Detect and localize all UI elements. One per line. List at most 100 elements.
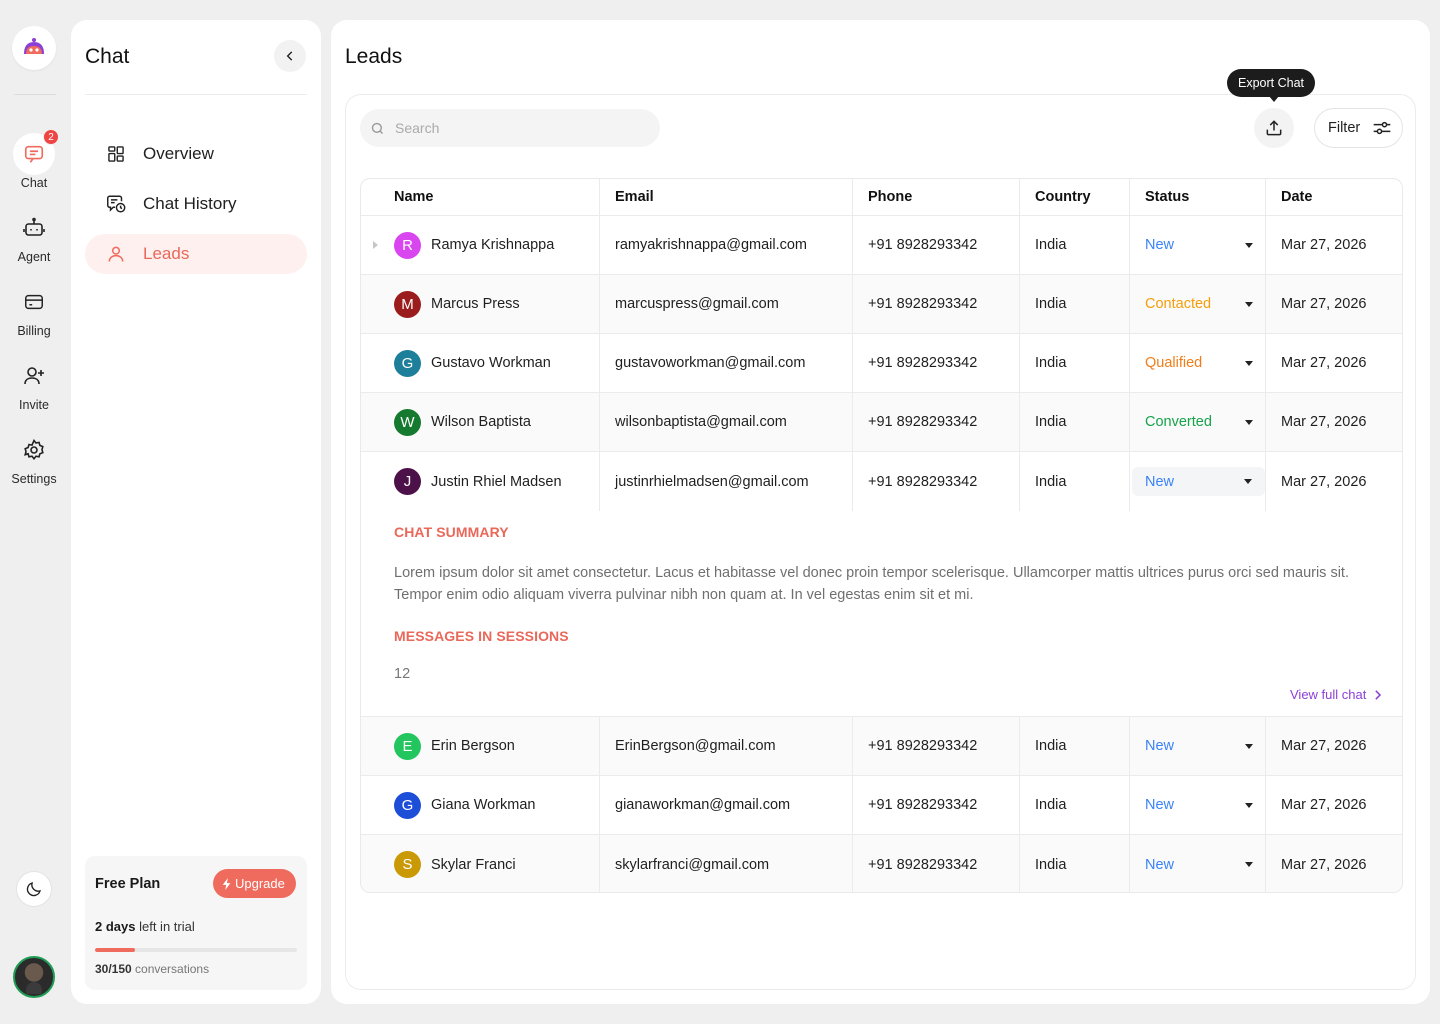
lead-avatar: G [394, 349, 421, 377]
chat-history-icon [107, 195, 126, 213]
upgrade-label: Upgrade [235, 876, 285, 891]
cell-country: India [1020, 275, 1130, 334]
column-header-email[interactable]: Email [600, 179, 853, 216]
nav-item-leads[interactable]: Leads [85, 234, 307, 274]
cell-country: India [1020, 776, 1130, 835]
rail-item-settings[interactable]: Settings [0, 429, 68, 486]
lead-detail-panel: CHAT SUMMARY Lorem ipsum dolor sit amet … [361, 511, 1402, 717]
cell-date: Mar 27, 2026 [1266, 393, 1402, 452]
cell-name: J Justin Rhiel Madsen [361, 452, 600, 511]
caret-down-icon [1245, 802, 1253, 808]
trial-suffix: left in trial [135, 919, 195, 934]
filter-label: Filter [1328, 120, 1361, 136]
app-logo[interactable] [12, 26, 56, 70]
leads-table: Name Email Phone Country Status Date CHA… [360, 178, 1403, 893]
cell-country: India [1020, 334, 1130, 393]
table-row[interactable]: G Gustavo Workman gustavoworkman@gmail.com… [361, 334, 1402, 393]
lead-name: Skylar Franci [431, 856, 516, 873]
main-content: Leads Export Chat Filter Name Email Phon… [331, 20, 1430, 1004]
conversations-used: 30/150 [95, 962, 132, 976]
cell-name: G Gustavo Workman [361, 334, 600, 393]
table-row[interactable]: E Erin Bergson ErinBergson@gmail.com +91 89… [361, 717, 1402, 776]
column-header-status[interactable]: Status [1130, 179, 1266, 216]
notification-badge: 2 [43, 129, 59, 145]
cell-email: justinrhielmadsen@gmail.com [600, 452, 853, 511]
page-title: Leads [345, 45, 403, 68]
rail-item-billing[interactable]: Billing [0, 281, 68, 338]
cell-phone: +91 8928293342 [853, 776, 1020, 835]
status-value: Converted [1145, 414, 1212, 430]
export-chat-button[interactable] [1254, 108, 1294, 148]
lead-name: Wilson Baptista [431, 414, 531, 430]
status-dropdown[interactable]: New [1145, 738, 1253, 754]
search-input[interactable] [395, 120, 645, 136]
table-row[interactable]: S Skylar Franci skylarfranci@gmail.com +91 … [361, 835, 1402, 892]
lead-avatar: M [394, 290, 421, 318]
cell-email: skylarfranci@gmail.com [600, 835, 853, 892]
cell-status: New [1130, 452, 1266, 511]
cell-phone: +91 8928293342 [853, 275, 1020, 334]
cell-phone: +91 8928293342 [853, 835, 1020, 892]
cell-email: ErinBergson@gmail.com [600, 717, 853, 776]
table-row[interactable]: R Ramya Krishnappa ramyakrishnappa@gmail.c… [361, 216, 1402, 275]
upgrade-button[interactable]: Upgrade [213, 869, 296, 898]
lead-avatar: R [394, 231, 421, 259]
collapse-panel-button[interactable] [274, 40, 306, 72]
row-expander-icon[interactable] [373, 241, 378, 249]
rail-item-agent[interactable]: Agent [0, 207, 68, 264]
cell-name: G Giana Workman [361, 776, 600, 835]
nav-item-label: Chat History [143, 194, 237, 213]
filter-button[interactable]: Filter [1314, 108, 1403, 148]
trial-text: 2 days left in trial [95, 919, 195, 934]
cell-email: gustavoworkman@gmail.com [600, 334, 853, 393]
rail-item-invite[interactable]: Invite [0, 355, 68, 412]
table-row[interactable]: G Giana Workman gianaworkman@gmail.com +91 … [361, 776, 1402, 835]
theme-toggle-button[interactable] [16, 871, 52, 907]
rail-item-label: Invite [19, 398, 49, 412]
plan-card: Free Plan Upgrade 2 days left in trial 3… [85, 856, 307, 990]
caret-down-icon [1245, 301, 1253, 307]
nav-item-overview[interactable]: Overview [85, 134, 307, 174]
cell-email: gianaworkman@gmail.com [600, 776, 853, 835]
column-header-date[interactable]: Date [1266, 179, 1402, 216]
chat-summary-heading: CHAT SUMMARY [394, 524, 509, 540]
grid-icon [108, 146, 124, 162]
caret-down-icon [1245, 242, 1253, 248]
status-dropdown[interactable]: New [1132, 467, 1265, 496]
rail-item-label: Chat [20, 176, 48, 190]
column-header-country[interactable]: Country [1020, 179, 1130, 216]
status-dropdown[interactable]: New [1145, 857, 1253, 873]
cell-date: Mar 27, 2026 [1266, 275, 1402, 334]
view-full-chat-link[interactable]: View full chat [1290, 687, 1382, 702]
status-dropdown[interactable]: Qualified [1145, 355, 1253, 371]
column-header-phone[interactable]: Phone [853, 179, 1020, 216]
status-dropdown[interactable]: New [1145, 237, 1253, 253]
table-row[interactable]: M Marcus Press marcuspress@gmail.com +91 89… [361, 275, 1402, 334]
cell-status: New [1130, 717, 1266, 776]
status-dropdown[interactable]: Converted [1145, 414, 1253, 430]
nav-item-chat-history[interactable]: Chat History [85, 184, 307, 224]
status-dropdown[interactable]: New [1145, 797, 1253, 813]
search-icon [371, 122, 383, 134]
cell-country: India [1020, 393, 1130, 452]
panel-title: Chat [85, 45, 130, 68]
cell-date: Mar 27, 2026 [1266, 334, 1402, 393]
lead-avatar: J [394, 468, 421, 495]
panel-divider [85, 94, 307, 95]
rail-item-chat[interactable]: 2 Chat [0, 129, 68, 190]
cell-phone: +91 8928293342 [853, 393, 1020, 452]
caret-down-icon [1245, 360, 1253, 366]
table-row[interactable]: J Justin Rhiel Madsen justinrhielmadsen@gm… [361, 452, 1402, 511]
column-header-name[interactable]: Name [361, 179, 600, 216]
table-row[interactable]: W Wilson Baptista wilsonbaptista@gmail.com… [361, 393, 1402, 452]
user-plus-icon [24, 367, 44, 385]
status-dropdown[interactable]: Contacted [1145, 296, 1253, 312]
upload-icon [1266, 120, 1282, 136]
lead-name: Gustavo Workman [431, 355, 551, 371]
trial-days: 2 days [95, 919, 136, 934]
caret-down-icon [1244, 479, 1252, 484]
chevron-left-icon [286, 51, 293, 61]
chat-summary-text: Lorem ipsum dolor sit amet consectetur. … [394, 565, 1349, 603]
user-avatar[interactable] [13, 956, 55, 998]
search-box[interactable] [360, 109, 660, 147]
